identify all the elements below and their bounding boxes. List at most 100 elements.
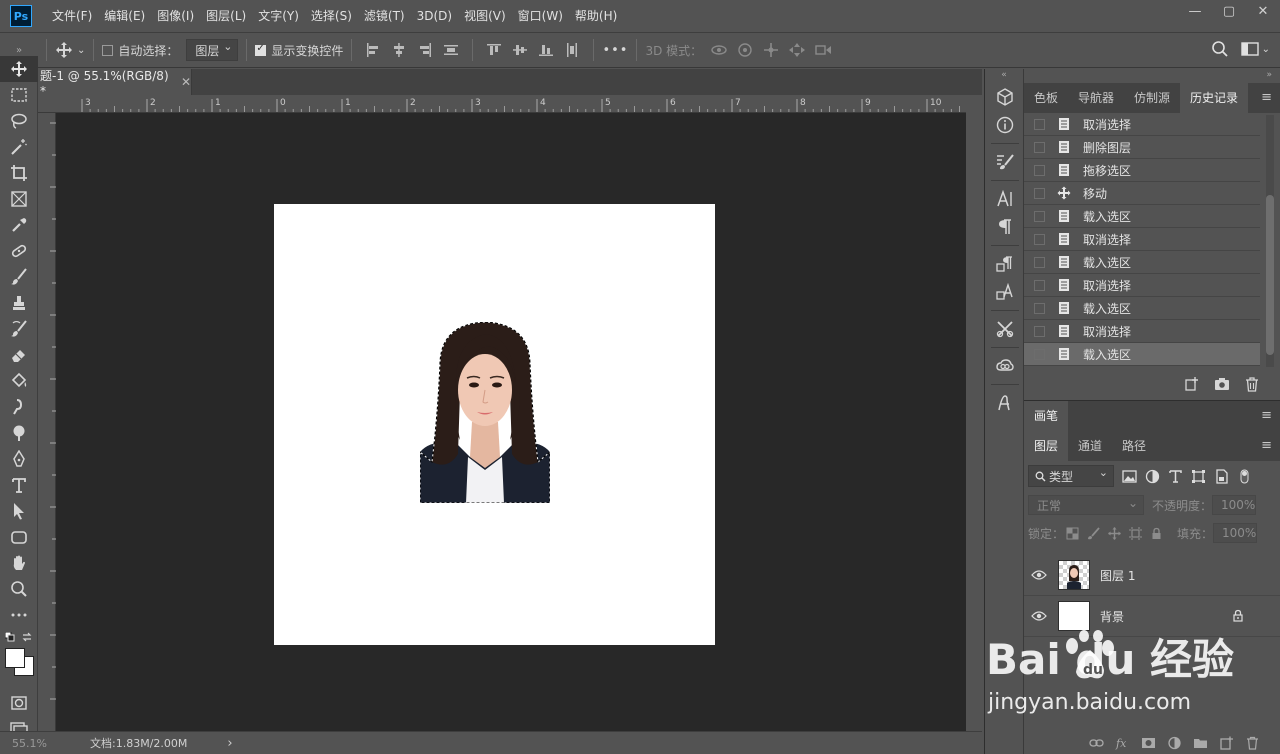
distribute-icon[interactable] <box>438 40 464 60</box>
swap-colors-icon[interactable] <box>22 632 32 642</box>
new-document-from-state-icon[interactable] <box>1184 376 1200 392</box>
hand-tool[interactable] <box>0 550 38 576</box>
history-source-checkbox[interactable] <box>1034 302 1045 314</box>
lock-transparent-icon[interactable] <box>1066 527 1079 540</box>
type-tool[interactable] <box>0 472 38 498</box>
auto-select-target-dropdown[interactable]: 图层 <box>186 39 239 61</box>
new-layer-icon[interactable] <box>1219 736 1234 750</box>
type-layer-filter-icon[interactable] <box>1168 469 1183 484</box>
history-source-checkbox[interactable] <box>1034 210 1045 222</box>
magic-wand-tool[interactable] <box>0 134 38 160</box>
align-left-icon[interactable] <box>360 40 386 60</box>
minimize-button[interactable]: — <box>1178 0 1212 22</box>
menu-view[interactable]: 视图(V) <box>458 0 512 32</box>
healing-brush-tool[interactable] <box>0 238 38 264</box>
paragraph-styles-button[interactable] <box>985 250 1025 278</box>
layer-name[interactable]: 背景 <box>1100 608 1124 625</box>
menu-window[interactable]: 窗口(W) <box>512 0 569 32</box>
canvas-area[interactable] <box>56 113 966 731</box>
history-item[interactable]: 取消选择 <box>1024 320 1260 343</box>
lasso-tool[interactable] <box>0 108 38 134</box>
frame-tool[interactable] <box>0 186 38 212</box>
align-bottom-icon[interactable] <box>533 40 559 60</box>
3d-panel-button[interactable] <box>985 83 1025 111</box>
eyedropper-tool[interactable] <box>0 212 38 238</box>
history-item[interactable]: 移动 <box>1024 182 1260 205</box>
vertical-scrollbar[interactable] <box>966 95 982 731</box>
glyphs-button[interactable] <box>985 389 1025 417</box>
layer-row[interactable]: 背景 <box>1024 596 1280 637</box>
eye-icon[interactable] <box>1024 569 1054 581</box>
trash-icon[interactable] <box>1245 736 1260 750</box>
pixel-layer-filter-icon[interactable] <box>1122 469 1137 484</box>
foreground-color-swatch[interactable] <box>5 648 25 668</box>
collapse-panels-icon[interactable]: « <box>985 69 1023 83</box>
blur-tool[interactable] <box>0 394 38 420</box>
history-source-checkbox[interactable] <box>1034 118 1045 130</box>
history-item[interactable]: 载入选区 <box>1024 251 1260 274</box>
history-source-checkbox[interactable] <box>1034 348 1045 360</box>
history-item[interactable]: 拖移选区 <box>1024 159 1260 182</box>
info-panel-button[interactable] <box>985 111 1025 139</box>
libraries-button[interactable] <box>985 352 1025 380</box>
history-item[interactable]: 载入选区 <box>1024 205 1260 228</box>
menu-file[interactable]: 文件(F) <box>46 0 98 32</box>
adjustment-layer-filter-icon[interactable] <box>1145 469 1160 484</box>
fx-icon[interactable]: fx <box>1115 736 1130 750</box>
menu-filter[interactable]: 滤镜(T) <box>358 0 411 32</box>
dodge-tool[interactable] <box>0 420 38 446</box>
lock-position-icon[interactable] <box>1108 526 1122 540</box>
maximize-button[interactable]: ▢ <box>1212 0 1246 22</box>
brush-tool[interactable] <box>0 264 38 290</box>
auto-select-checkbox[interactable] <box>102 44 114 56</box>
new-group-icon[interactable] <box>1193 736 1208 750</box>
character-styles-button[interactable] <box>985 278 1025 306</box>
history-brush-tool[interactable] <box>0 316 38 342</box>
document-tab[interactable]: 题-1 @ 55.1%(RGB/8) * ✕ <box>38 69 192 98</box>
3d-scale-icon[interactable] <box>814 42 832 58</box>
3d-roll-icon[interactable] <box>736 42 754 58</box>
history-source-checkbox[interactable] <box>1034 256 1045 268</box>
distribute-vertical-icon[interactable] <box>559 40 585 60</box>
align-top-icon[interactable] <box>481 40 507 60</box>
default-colors-icon[interactable] <box>5 632 15 642</box>
history-scroll-thumb[interactable] <box>1266 195 1274 355</box>
eraser-tool[interactable] <box>0 342 38 368</box>
path-selection-tool[interactable] <box>0 498 38 524</box>
tab-brushes[interactable]: 画笔 <box>1024 401 1069 431</box>
shape-layer-filter-icon[interactable] <box>1191 469 1206 484</box>
tab-clone-source[interactable]: 仿制源 <box>1124 83 1180 113</box>
history-item[interactable]: 删除图层 <box>1024 136 1260 159</box>
menu-select[interactable]: 选择(S) <box>305 0 358 32</box>
collapse-icon[interactable]: » <box>1024 69 1280 83</box>
blend-mode-dropdown[interactable]: 正常 ⌄ <box>1028 495 1144 515</box>
portrait-photo[interactable] <box>420 322 550 503</box>
menu-type[interactable]: 文字(Y) <box>252 0 305 32</box>
align-right-icon[interactable] <box>412 40 438 60</box>
lock-pixels-icon[interactable] <box>1087 526 1100 540</box>
zoom-tool[interactable] <box>0 576 38 602</box>
align-vcenter-icon[interactable] <box>507 40 533 60</box>
document-canvas[interactable] <box>274 204 715 645</box>
workspace-switcher[interactable]: ⌄ <box>1240 41 1270 57</box>
paint-bucket-tool[interactable] <box>0 368 38 394</box>
history-source-checkbox[interactable] <box>1034 279 1045 291</box>
more-options-button[interactable]: ••• <box>602 43 628 58</box>
crop-tool[interactable] <box>0 160 38 186</box>
clone-stamp-tool[interactable] <box>0 290 38 316</box>
tab-navigator[interactable]: 导航器 <box>1068 83 1124 113</box>
history-source-checkbox[interactable] <box>1034 233 1045 245</box>
align-hcenter-icon[interactable] <box>386 40 412 60</box>
character-panel-button[interactable] <box>985 185 1025 213</box>
link-layers-icon[interactable] <box>1089 736 1104 750</box>
history-item[interactable]: 取消选择 <box>1024 274 1260 297</box>
tab-history[interactable]: 历史记录 <box>1180 83 1249 113</box>
move-tool-preset[interactable]: ⌄ <box>55 41 85 59</box>
3d-pan-icon[interactable] <box>762 42 780 58</box>
camera-icon[interactable] <box>1214 376 1230 392</box>
menu-help[interactable]: 帮助(H) <box>569 0 623 32</box>
close-icon[interactable]: ✕ <box>181 75 191 89</box>
3d-orbit-icon[interactable] <box>710 42 728 58</box>
menu-3d[interactable]: 3D(D) <box>411 0 458 32</box>
edit-toolbar-button[interactable] <box>0 602 38 628</box>
